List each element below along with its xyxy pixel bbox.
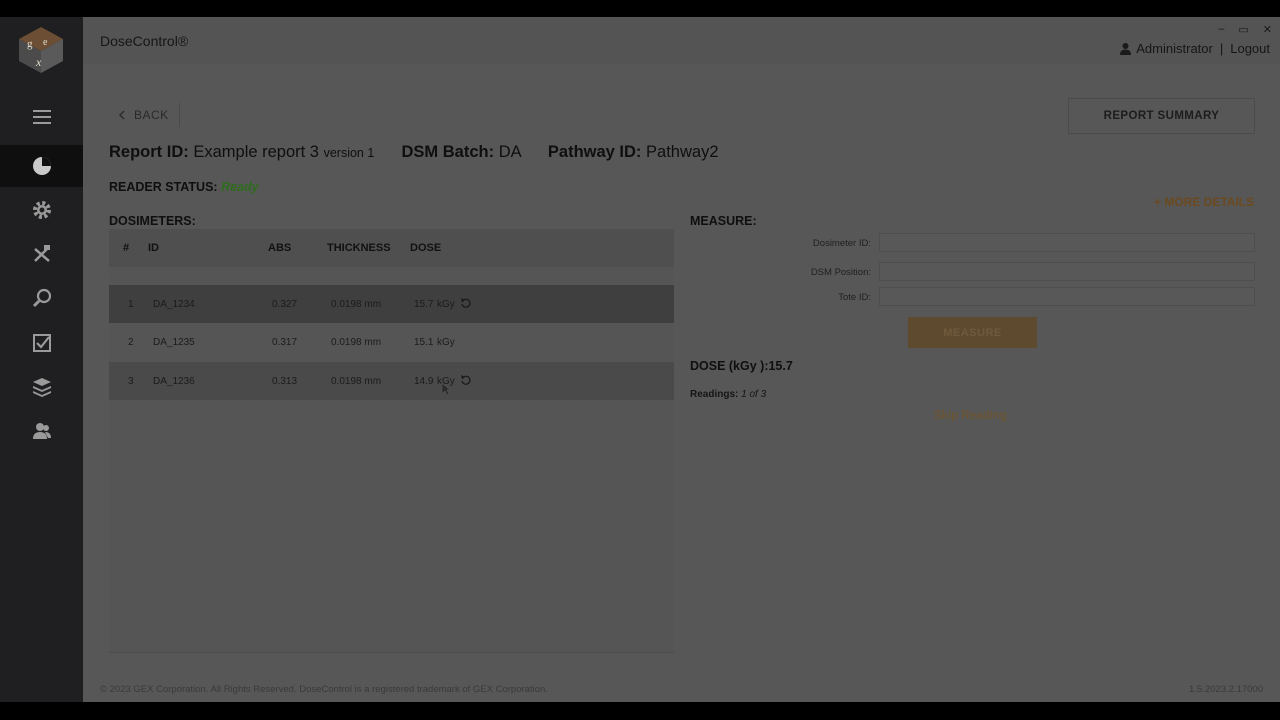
- reader-status: READER STATUS: Ready: [109, 180, 259, 194]
- table-row[interactable]: 3 DA_1236 0.313 0.0198 mm 14.9 kGy: [109, 362, 674, 400]
- logout-link[interactable]: Logout: [1230, 41, 1270, 56]
- nav-menu[interactable]: [0, 96, 83, 138]
- cell-dose: 14.9: [414, 376, 434, 387]
- tools-icon: [33, 245, 50, 262]
- reset-icon[interactable]: [460, 374, 472, 386]
- search-icon: [32, 288, 51, 308]
- main-content: DoseControl® – ▭ ✕ Administrator | Logou…: [83, 17, 1280, 702]
- cell-thickness: 0.0198 mm: [331, 337, 382, 348]
- restore-icon[interactable]: ▭: [1238, 23, 1248, 36]
- user-area: Administrator | Logout: [1119, 41, 1270, 56]
- svg-text:g: g: [27, 38, 33, 50]
- report-version: version 1: [323, 146, 375, 160]
- col-abs: ABS: [268, 242, 292, 254]
- dosimeter-id-label: Dosimeter ID:: [812, 238, 871, 249]
- pathway-label: Pathway ID:: [547, 143, 642, 161]
- report-summary-button[interactable]: REPORT SUMMARY: [1068, 98, 1255, 134]
- close-icon[interactable]: ✕: [1263, 23, 1272, 36]
- nav-settings[interactable]: [0, 189, 83, 231]
- cell-dose: 15.1: [414, 337, 434, 348]
- dsm-position-field[interactable]: [879, 262, 1255, 281]
- skip-reading-link[interactable]: Skip Reading: [934, 410, 1007, 422]
- cell-abs: 0.317: [272, 337, 298, 348]
- svg-text:x: x: [35, 55, 42, 69]
- dosimeters-title: DOSIMETERS:: [109, 214, 196, 228]
- reset-icon[interactable]: [460, 297, 472, 309]
- nav-checklist[interactable]: [0, 322, 83, 364]
- tote-id-label: Tote ID:: [838, 292, 871, 303]
- nav-search[interactable]: [0, 277, 83, 319]
- window-controls: – ▭ ✕: [1218, 23, 1272, 36]
- chevron-left-icon: [119, 110, 125, 120]
- table-row[interactable]: 1 DA_1234 0.327 0.0198 mm 15.7 kGy: [109, 285, 674, 323]
- cell-id: DA_1236: [153, 376, 195, 387]
- readings-label: Readings:: [690, 389, 739, 400]
- svg-text:e: e: [43, 37, 48, 48]
- mouse-cursor-icon: [441, 382, 451, 396]
- col-num: #: [123, 242, 130, 254]
- cell-num: 1: [128, 299, 134, 310]
- users-icon: [32, 423, 51, 439]
- pathway-value: Pathway2: [646, 143, 719, 161]
- cell-id: DA_1235: [153, 337, 195, 348]
- app-title: DoseControl®: [100, 33, 189, 49]
- table-header: # ID ABS THICKNESS DOSE: [109, 229, 674, 267]
- cell-unit: kGy: [437, 299, 455, 310]
- cell-thickness: 0.0198 mm: [331, 376, 382, 387]
- dsm-batch-value: DA: [498, 143, 521, 161]
- nav-layers[interactable]: [0, 366, 83, 408]
- user-separator: |: [1219, 41, 1224, 56]
- reader-status-value: Ready: [221, 180, 259, 194]
- cell-dose: 15.7: [414, 299, 434, 310]
- nav-dashboard[interactable]: [0, 145, 83, 187]
- col-dose: DOSE: [410, 242, 442, 254]
- dsm-batch-label: DSM Batch:: [401, 143, 495, 161]
- more-details-link[interactable]: + MORE DETAILS: [1154, 195, 1254, 209]
- cell-id: DA_1234: [153, 299, 195, 310]
- sidebar: g e x: [0, 17, 83, 702]
- app-version: 1.5.2023.2.17000: [1189, 684, 1263, 695]
- nav-tools[interactable]: [0, 233, 83, 275]
- cell-thickness: 0.0198 mm: [331, 299, 382, 310]
- nav-users[interactable]: [0, 410, 83, 452]
- dose-readout: DOSE (kGy ):15.7: [690, 359, 793, 373]
- dashboard-icon: [32, 157, 51, 175]
- col-thickness: THICKNESS: [327, 242, 391, 254]
- readings-counter: Readings: 1 of 3: [690, 389, 766, 400]
- cell-abs: 0.313: [272, 376, 298, 387]
- cell-num: 3: [128, 376, 134, 387]
- measure-button[interactable]: MEASURE: [908, 317, 1037, 348]
- settings-icon: [32, 201, 51, 219]
- gex-logo: g e x: [17, 25, 65, 75]
- tote-id-field[interactable]: [879, 287, 1255, 306]
- menu-icon: [32, 110, 51, 124]
- back-button[interactable]: BACK: [109, 103, 180, 127]
- user-icon: [1120, 43, 1132, 55]
- footer-copyright: © 2023 GEX Corporation. All Rights Reser…: [100, 684, 548, 695]
- user-name[interactable]: Administrator: [1136, 41, 1213, 56]
- back-label: BACK: [134, 108, 169, 122]
- app-window: g e x DoseControl® – ▭ ✕ Administrator |…: [0, 17, 1280, 702]
- measure-title: MEASURE:: [690, 214, 757, 228]
- readings-value: 1 of 3: [741, 389, 767, 400]
- table-row[interactable]: 2 DA_1235 0.317 0.0198 mm 15.1 kGy: [109, 323, 674, 361]
- layers-icon: [32, 378, 51, 397]
- dosimeter-id-field[interactable]: [879, 233, 1255, 252]
- reader-status-label: READER STATUS:: [109, 180, 218, 194]
- checklist-icon: [32, 334, 51, 352]
- cell-num: 2: [128, 337, 134, 348]
- report-header: Report ID: Example report 3 version 1 DS…: [109, 143, 719, 162]
- top-bar: DoseControl® – ▭ ✕ Administrator | Logou…: [83, 17, 1280, 64]
- cell-unit: kGy: [437, 337, 455, 348]
- minimize-icon[interactable]: –: [1218, 23, 1224, 36]
- report-id-value: Example report 3: [193, 143, 319, 161]
- cell-abs: 0.327: [272, 299, 298, 310]
- dosimeters-table: # ID ABS THICKNESS DOSE 1 DA_1234 0.327 …: [109, 229, 674, 653]
- report-id-label: Report ID:: [109, 143, 189, 161]
- col-id: ID: [148, 242, 159, 254]
- dsm-position-label: DSM Position:: [810, 267, 871, 278]
